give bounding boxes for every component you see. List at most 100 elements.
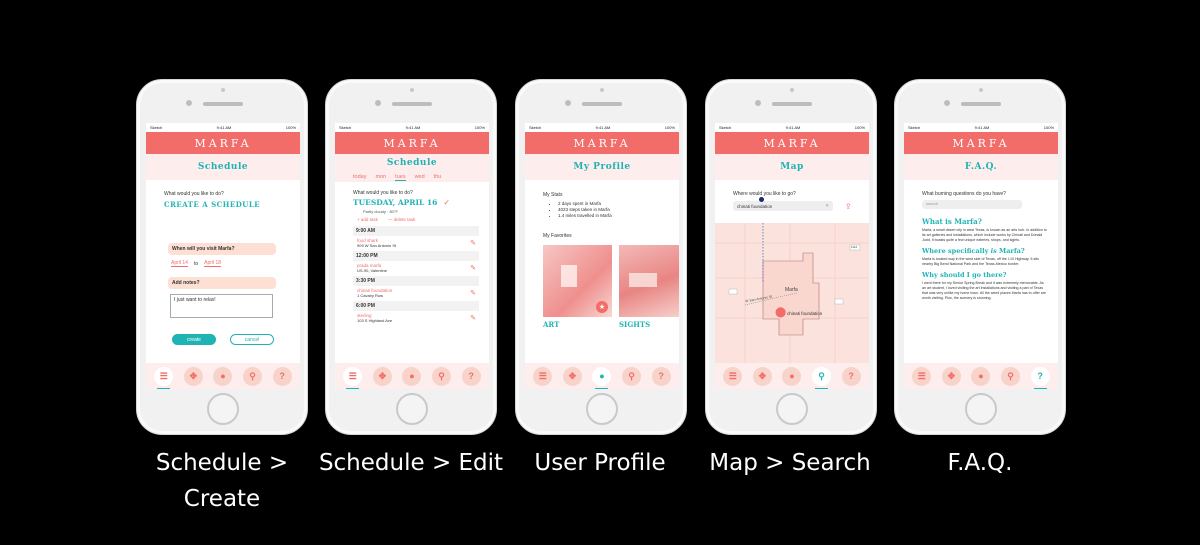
tab-map-pin-icon[interactable]: ⚲ bbox=[622, 366, 642, 386]
date-from-field[interactable]: April 14 bbox=[171, 260, 188, 267]
tab-user-icon[interactable]: ● bbox=[971, 366, 991, 386]
search-input[interactable]: chinati foundation ✕ bbox=[733, 201, 833, 211]
page-title: My Profile bbox=[525, 154, 679, 180]
date-heading: TUESDAY, APRIL 16 bbox=[353, 198, 438, 207]
edit-pencil-icon[interactable]: ✎ bbox=[470, 289, 476, 297]
add-task-button[interactable]: + add task bbox=[357, 217, 378, 222]
home-button[interactable] bbox=[586, 393, 618, 425]
favorites-row: ★ ART SIGHTS bbox=[543, 245, 679, 329]
time-slot: 6:00 PM sterling 103 S Highland Ave ✎ bbox=[353, 301, 479, 326]
tab-question-icon[interactable]: ? bbox=[841, 366, 861, 386]
caption-faq: F.A.Q. bbox=[947, 450, 1013, 476]
status-bar: Sketch 9:41 AM 100% bbox=[335, 123, 489, 132]
tab-map-pin-icon[interactable]: ⚲ bbox=[1001, 366, 1021, 386]
tab-move-arrows-icon[interactable]: ✥ bbox=[372, 366, 392, 386]
tab-user-icon[interactable]: ● bbox=[782, 366, 802, 386]
edit-pencil-icon[interactable]: ✎ bbox=[470, 239, 476, 247]
pin-label: chinati foundation bbox=[787, 311, 823, 316]
time-slot: 9:00 AM food shark 909 W San Antonio St ✎ bbox=[353, 226, 479, 251]
day-tab[interactable]: today bbox=[353, 174, 366, 180]
tab-question-icon[interactable]: ? bbox=[651, 366, 671, 386]
favorite-card-sights[interactable]: SIGHTS bbox=[619, 245, 679, 329]
sensor-dot bbox=[979, 88, 983, 92]
cancel-button[interactable]: cancel bbox=[230, 334, 274, 345]
tab-map-pin-icon[interactable]: ⚲ bbox=[812, 366, 832, 389]
day-tab[interactable]: wed bbox=[415, 174, 425, 180]
bottom-tab-bar: ☰ ✥ ● ⚲ ? bbox=[904, 363, 1058, 389]
map-pin-icon[interactable]: ⬤ bbox=[775, 307, 786, 318]
edit-pencil-icon[interactable]: ✎ bbox=[470, 314, 476, 322]
faq-search-input[interactable]: search bbox=[922, 200, 1022, 209]
home-button[interactable] bbox=[965, 393, 997, 425]
status-bar: Sketch 9:41 AM 100% bbox=[904, 123, 1058, 132]
slot-address: 909 W San Antonio St bbox=[357, 243, 397, 248]
carrier-label: Sketch bbox=[339, 125, 352, 130]
screen: Sketch 9:41 AM 100% MARFA Schedule today… bbox=[335, 123, 489, 389]
carrier-label: Sketch bbox=[150, 125, 163, 130]
tab-move-arrows-icon[interactable]: ✥ bbox=[183, 366, 203, 386]
battery-label: 100% bbox=[664, 125, 675, 130]
bottom-tab-bar: ☰ ✥ ● ⚲ ? bbox=[335, 363, 489, 389]
home-button[interactable] bbox=[776, 393, 808, 425]
home-button[interactable] bbox=[396, 393, 428, 425]
time-label: 9:41 AM bbox=[216, 125, 232, 130]
prompt-text: What would you like to do? bbox=[164, 191, 224, 197]
slot-address: 103 S Highland Ave bbox=[357, 318, 393, 323]
day-tab[interactable]: mon bbox=[375, 174, 386, 180]
day-tab[interactable]: thu bbox=[434, 174, 442, 180]
tab-schedule-list-icon[interactable]: ☰ bbox=[343, 366, 363, 389]
notes-field[interactable]: I just want to relax! bbox=[170, 294, 273, 318]
tab-schedule-list-icon[interactable]: ☰ bbox=[533, 366, 553, 386]
screen: Sketch 9:41 AM 100% MARFA Schedule What … bbox=[146, 123, 300, 389]
faq-answer: I went there for my Senior Spring Break … bbox=[922, 281, 1046, 300]
caption-line: Create bbox=[183, 486, 261, 512]
tab-map-pin-icon[interactable]: ⚲ bbox=[243, 366, 263, 386]
time-label: 9:41 AM bbox=[785, 125, 801, 130]
bottom-tab-bar: ☰ ✥ ● ⚲ ? bbox=[715, 363, 869, 389]
tab-move-arrows-icon[interactable]: ✥ bbox=[562, 366, 582, 386]
check-icon[interactable]: ✓ bbox=[443, 198, 450, 207]
current-location-dot bbox=[759, 197, 764, 202]
page-title: F.A.Q. bbox=[904, 154, 1058, 180]
caption-line: Schedule > bbox=[155, 450, 289, 476]
favorite-card-art[interactable]: ★ ART bbox=[543, 245, 612, 329]
day-tab-active[interactable]: tues bbox=[395, 174, 406, 181]
faq-answer: Marfa, a small desert city in west Texas… bbox=[922, 228, 1047, 242]
carrier-label: Sketch bbox=[719, 125, 732, 130]
tab-move-arrows-icon[interactable]: ✥ bbox=[752, 366, 772, 386]
tab-schedule-list-icon[interactable]: ☰ bbox=[154, 366, 174, 389]
phone-schedule-edit: Sketch 9:41 AM 100% MARFA Schedule today… bbox=[325, 79, 497, 435]
tab-schedule-list-icon[interactable]: ☰ bbox=[912, 366, 932, 386]
home-button[interactable] bbox=[207, 393, 239, 425]
status-bar: Sketch 9:41 AM 100% bbox=[715, 123, 869, 132]
town-label: Marfa bbox=[785, 287, 798, 293]
tab-user-icon[interactable]: ● bbox=[402, 366, 422, 386]
create-button[interactable]: create bbox=[172, 334, 216, 345]
tab-move-arrows-icon[interactable]: ✥ bbox=[941, 366, 961, 386]
share-icon[interactable]: ⇪ bbox=[845, 202, 852, 211]
tab-map-pin-icon[interactable]: ⚲ bbox=[432, 366, 452, 386]
section-heading: CREATE A SCHEDULE bbox=[164, 200, 261, 209]
delete-task-button[interactable]: — delete task bbox=[388, 217, 416, 222]
tab-question-icon[interactable]: ? bbox=[272, 366, 292, 386]
speaker-grill bbox=[392, 102, 432, 106]
slot-time: 6:00 PM bbox=[353, 301, 479, 311]
tab-question-icon[interactable]: ? bbox=[1030, 366, 1050, 389]
date-to-field[interactable]: April 18 bbox=[204, 260, 222, 267]
brand-header: MARFA bbox=[146, 132, 300, 154]
tab-question-icon[interactable]: ? bbox=[461, 366, 481, 386]
faq-question: What is Marfa? bbox=[922, 217, 982, 226]
tab-schedule-list-icon[interactable]: ☰ bbox=[723, 366, 743, 386]
page-title: Schedule bbox=[335, 154, 489, 172]
screen: Sketch 9:41 AM 100% MARFA Map Where woul… bbox=[715, 123, 869, 389]
tab-user-icon[interactable]: ● bbox=[213, 366, 233, 386]
map-view[interactable]: W San Antonio St Marfa 1112 ⬤ chinati fo… bbox=[715, 193, 869, 363]
star-icon[interactable]: ★ bbox=[596, 301, 608, 313]
phone-user-profile: Sketch 9:41 AM 100% MARFA My Profile My … bbox=[515, 79, 687, 435]
status-bar: Sketch 9:41 AM 100% bbox=[525, 123, 679, 132]
favorite-label: ART bbox=[543, 320, 560, 329]
tab-user-icon[interactable]: ● bbox=[592, 366, 612, 389]
edit-pencil-icon[interactable]: ✎ bbox=[470, 264, 476, 272]
clear-icon[interactable]: ✕ bbox=[825, 203, 829, 209]
phone-faq: Sketch 9:41 AM 100% MARFA F.A.Q. What bu… bbox=[894, 79, 1066, 435]
